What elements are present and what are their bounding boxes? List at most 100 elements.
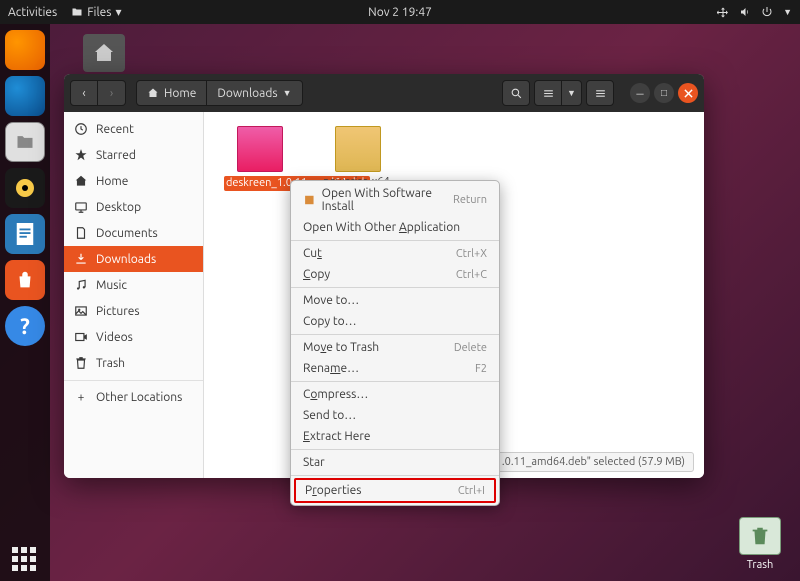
chevron-down-icon: ▾ bbox=[115, 5, 121, 19]
path-label: Home bbox=[164, 87, 196, 100]
search-icon bbox=[510, 87, 523, 100]
ctx-shortcut: Delete bbox=[454, 342, 487, 354]
ctx-extract-here[interactable]: Extract Here bbox=[291, 426, 499, 447]
sidebar-item-label: Trash bbox=[96, 357, 125, 370]
ctx-label: Extract Here bbox=[303, 430, 371, 443]
path-home[interactable]: Home bbox=[136, 80, 207, 106]
folder-icon bbox=[13, 132, 37, 152]
view-dropdown[interactable]: ▼ bbox=[562, 80, 582, 106]
trash-icon bbox=[749, 523, 771, 549]
close-icon bbox=[684, 89, 693, 98]
ctx-label: Open With Software Install bbox=[322, 187, 453, 213]
ctx-shortcut: Ctrl+I bbox=[458, 485, 485, 497]
close-button[interactable] bbox=[678, 83, 698, 103]
sidebar-item-home[interactable]: Home bbox=[64, 168, 203, 194]
ctx-rename[interactable]: Rename… F2 bbox=[291, 358, 499, 379]
archive-icon bbox=[335, 126, 381, 172]
titlebar: ‹ › Home Downloads ▼ ▼ bbox=[64, 74, 704, 112]
ctx-shortcut: Ctrl+X bbox=[456, 248, 487, 260]
dock-rhythmbox[interactable] bbox=[5, 168, 45, 208]
dock-firefox[interactable] bbox=[5, 30, 45, 70]
ctx-label: Move to Trash bbox=[303, 341, 379, 354]
ctx-shortcut: Return bbox=[453, 194, 487, 206]
file-item[interactable]: deskreen_1.0.11_amd64.deb bbox=[224, 126, 296, 200]
ctx-label: Cut bbox=[303, 247, 322, 260]
dock-software[interactable] bbox=[5, 260, 45, 300]
dock-libreoffice[interactable] bbox=[5, 214, 45, 254]
dock-thunderbird[interactable] bbox=[5, 76, 45, 116]
ctx-shortcut: Ctrl+C bbox=[456, 269, 487, 281]
sidebar-item-downloads[interactable]: Downloads bbox=[64, 246, 203, 272]
sidebar-item-videos[interactable]: Videos bbox=[64, 324, 203, 350]
minimize-button[interactable]: － bbox=[630, 83, 650, 103]
sidebar-item-label: Recent bbox=[96, 123, 134, 136]
dock: ? bbox=[0, 24, 50, 581]
sidebar-item-label: Videos bbox=[96, 331, 133, 344]
back-button[interactable]: ‹ bbox=[70, 80, 98, 106]
ctx-label: Rename… bbox=[303, 362, 359, 375]
dock-files[interactable] bbox=[5, 122, 45, 162]
activities-button[interactable]: Activities bbox=[8, 6, 57, 19]
ctx-label: Star bbox=[303, 456, 325, 469]
clock[interactable]: Nov 2 19:47 bbox=[368, 6, 432, 19]
ctx-label: Copy to… bbox=[303, 315, 357, 328]
ctx-copy-to[interactable]: Copy to… bbox=[291, 311, 499, 332]
appmenu-files[interactable]: Files ▾ bbox=[71, 5, 121, 19]
desktop-trash[interactable]: Trash bbox=[730, 517, 790, 571]
sidebar-item-trash[interactable]: Trash bbox=[64, 350, 203, 376]
package-icon bbox=[237, 126, 283, 172]
maximize-button[interactable]: □ bbox=[654, 83, 674, 103]
home-icon bbox=[147, 87, 159, 99]
sidebar-item-documents[interactable]: Documents bbox=[64, 220, 203, 246]
desktop-icon-label: Trash bbox=[747, 559, 774, 571]
hamburger-menu[interactable] bbox=[586, 80, 614, 106]
appmenu-label: Files bbox=[87, 6, 111, 19]
ctx-label: Open With Other Application bbox=[303, 221, 460, 234]
search-button[interactable] bbox=[502, 80, 530, 106]
sidebar-item-recent[interactable]: Recent bbox=[64, 116, 203, 142]
ctx-compress[interactable]: Compress… bbox=[291, 384, 499, 405]
volume-icon[interactable] bbox=[739, 6, 751, 18]
sidebar-item-label: Starred bbox=[96, 149, 136, 162]
ctx-copy[interactable]: CopyCtrl+C bbox=[291, 264, 499, 285]
ctx-shortcut: F2 bbox=[475, 363, 487, 375]
sidebar-item-desktop[interactable]: Desktop bbox=[64, 194, 203, 220]
sidebar-item-pictures[interactable]: Pictures bbox=[64, 298, 203, 324]
ctx-cut[interactable]: Cut Ctrl+X bbox=[291, 243, 499, 264]
ctx-star[interactable]: Star bbox=[291, 452, 499, 473]
sidebar-item-starred[interactable]: Starred bbox=[64, 142, 203, 168]
ctx-open-other[interactable]: Open With Other Application bbox=[291, 217, 499, 238]
top-panel: Activities Files ▾ Nov 2 19:47 ▼ bbox=[0, 0, 800, 24]
list-icon bbox=[542, 87, 555, 100]
power-icon[interactable] bbox=[761, 6, 773, 18]
highlight-annotation: PropertiesCtrl+I bbox=[294, 478, 496, 503]
ctx-move-to[interactable]: Move to… bbox=[291, 290, 499, 311]
show-applications[interactable] bbox=[12, 547, 36, 571]
chevron-down-icon[interactable]: ▼ bbox=[783, 7, 792, 17]
network-icon[interactable] bbox=[717, 6, 729, 18]
ctx-properties[interactable]: PropertiesCtrl+I bbox=[296, 480, 494, 501]
path-downloads[interactable]: Downloads ▼ bbox=[207, 80, 302, 106]
ctx-open-software-install[interactable]: Open With Software Install Return bbox=[291, 183, 499, 217]
ctx-send-to[interactable]: Send to… bbox=[291, 405, 499, 426]
document-icon bbox=[14, 221, 36, 247]
ctx-label: Move to… bbox=[303, 294, 359, 307]
sidebar-item-music[interactable]: Music bbox=[64, 272, 203, 298]
chevron-down-icon: ▼ bbox=[283, 88, 292, 98]
view-list-button[interactable] bbox=[534, 80, 562, 106]
sidebar-item-label: Documents bbox=[96, 227, 158, 240]
sidebar-item-label: Pictures bbox=[96, 305, 140, 318]
dock-help[interactable]: ? bbox=[5, 306, 45, 346]
package-icon bbox=[303, 193, 316, 207]
sidebar-item-label: Other Locations bbox=[96, 391, 182, 404]
sidebar: Recent Starred Home Desktop Documents Do… bbox=[64, 112, 204, 478]
sidebar-item-label: Music bbox=[96, 279, 127, 292]
path-label: Downloads bbox=[217, 87, 277, 100]
context-menu: Open With Software Install Return Open W… bbox=[290, 180, 500, 506]
bag-icon bbox=[14, 269, 36, 291]
home-folder-icon bbox=[90, 41, 118, 65]
sidebar-item-other-locations[interactable]: +Other Locations bbox=[64, 385, 203, 410]
ctx-move-trash[interactable]: Move to Trash Delete bbox=[291, 337, 499, 358]
forward-button[interactable]: › bbox=[98, 80, 126, 106]
sidebar-item-label: Downloads bbox=[96, 253, 156, 266]
